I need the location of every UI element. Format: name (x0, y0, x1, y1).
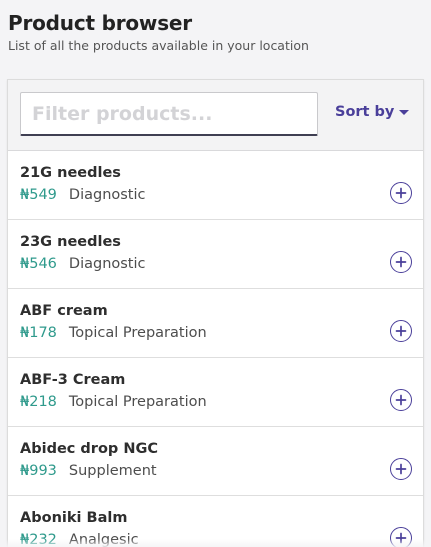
plus-icon (395, 256, 407, 268)
product-price: ₦549 (20, 187, 57, 203)
product-category: Diagnostic (68, 187, 146, 203)
product-meta: ₦218 Topical Preparation (20, 394, 207, 410)
product-panel: Sort by 21G needles ₦549 Diagnostic 23G n… (7, 79, 424, 547)
product-price: ₦546 (20, 256, 57, 272)
sort-by-label: Sort by (335, 104, 395, 120)
product-name: ABF cream (20, 303, 108, 319)
product-meta: ₦232 Analgesic (20, 532, 139, 547)
product-price: ₦218 (20, 394, 57, 410)
product-category: Supplement (68, 463, 157, 479)
product-list-item[interactable]: 21G needles ₦549 Diagnostic (8, 151, 423, 220)
product-meta: ₦546 Diagnostic (20, 256, 146, 272)
product-list-item[interactable]: ABF-3 Cream ₦218 Topical Preparation (8, 358, 423, 427)
add-product-button[interactable] (390, 320, 412, 342)
product-meta: ₦549 Diagnostic (20, 187, 146, 203)
product-name: ABF-3 Cream (20, 372, 126, 388)
product-list-item[interactable]: Abidec drop NGC ₦993 Supplement (8, 427, 423, 496)
product-category: Topical Preparation (68, 325, 207, 341)
add-product-button[interactable] (390, 389, 412, 411)
plus-icon (395, 325, 407, 337)
filter-toolbar: Sort by (8, 80, 423, 151)
product-list-item[interactable]: ABF cream ₦178 Topical Preparation (8, 289, 423, 358)
caret-down-icon (399, 109, 410, 115)
page-title: Product browser (8, 11, 192, 35)
product-meta: ₦993 Supplement (20, 463, 157, 479)
product-category: Diagnostic (68, 256, 146, 272)
sort-by-button[interactable]: Sort by (335, 104, 410, 120)
product-category: Topical Preparation (68, 394, 207, 410)
add-product-button[interactable] (390, 527, 412, 547)
product-list-item[interactable]: Aboniki Balm ₦232 Analgesic (8, 496, 423, 547)
product-list-item[interactable]: 23G needles ₦546 Diagnostic (8, 220, 423, 289)
page-subtitle: List of all the products available in yo… (8, 38, 309, 53)
add-product-button[interactable] (390, 458, 412, 480)
filter-products-input[interactable] (20, 92, 318, 136)
add-product-button[interactable] (390, 251, 412, 273)
product-meta: ₦178 Topical Preparation (20, 325, 207, 341)
plus-icon (395, 463, 407, 475)
plus-icon (395, 187, 407, 199)
product-price: ₦993 (20, 463, 57, 479)
product-name: Abidec drop NGC (20, 441, 159, 457)
product-name: 21G needles (20, 165, 121, 181)
product-list: 21G needles ₦549 Diagnostic 23G needles ₦… (8, 151, 423, 547)
add-product-button[interactable] (390, 182, 412, 204)
plus-icon (395, 394, 407, 406)
product-browser-page: Product browser List of all the products… (0, 0, 431, 547)
product-name: Aboniki Balm (20, 510, 128, 526)
product-price: ₦232 (20, 532, 57, 547)
plus-icon (395, 532, 407, 544)
product-price: ₦178 (20, 325, 57, 341)
product-name: 23G needles (20, 234, 121, 250)
product-category: Analgesic (68, 532, 139, 547)
